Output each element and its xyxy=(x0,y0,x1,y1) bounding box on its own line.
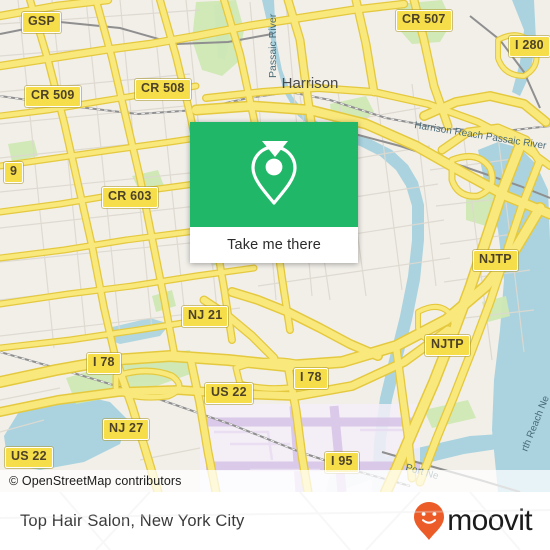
road-shield: CR 603 xyxy=(102,187,158,208)
map-place-label: Harrison xyxy=(282,75,339,92)
moovit-logo[interactable]: moovit xyxy=(412,501,533,541)
road-shield: I 78 xyxy=(87,353,121,374)
road-shield: US 22 xyxy=(5,447,53,468)
map-attribution: © OpenStreetMap contributors xyxy=(0,470,550,492)
road-shield: CR 507 xyxy=(396,10,452,31)
road-shield: NJTP xyxy=(425,335,470,356)
road-shield-label: US 22 xyxy=(11,449,47,463)
road-shield: CR 509 xyxy=(25,86,81,107)
take-me-there-button[interactable]: Take me there xyxy=(190,227,358,263)
moovit-map-screenshot: Harrison Passaic River Harrison Reach Pas… xyxy=(0,0,550,550)
road-shield: CR 508 xyxy=(135,79,191,100)
popup-image-area xyxy=(190,122,358,227)
road-shield-label: GSP xyxy=(28,14,55,28)
road-shield-label: US 22 xyxy=(211,385,247,399)
road-shield: NJ 27 xyxy=(103,419,150,440)
popup-pointer-tail xyxy=(262,141,288,157)
road-shield-label: CR 508 xyxy=(141,81,185,95)
road-shield-label: CR 603 xyxy=(108,189,152,203)
road-shield: I 280 xyxy=(509,36,550,57)
map-canvas[interactable]: Harrison Passaic River Harrison Reach Pas… xyxy=(0,0,550,492)
map-water-label: Passaic River xyxy=(267,13,279,78)
road-shield-label: 9 xyxy=(10,164,18,178)
road-shield: GSP xyxy=(22,12,61,33)
road-shield-label: NJTP xyxy=(479,252,512,266)
location-pin-icon xyxy=(190,122,358,227)
attribution-text: © OpenStreetMap contributors xyxy=(9,474,182,488)
road-shield-label: I 95 xyxy=(331,454,353,468)
road-shield: 9 xyxy=(4,162,24,183)
moovit-pin-icon xyxy=(414,502,445,540)
road-shield: US 22 xyxy=(205,383,253,404)
road-shield-label: NJ 21 xyxy=(188,308,223,322)
road-shield: I 78 xyxy=(294,368,328,389)
page-title: Top Hair Salon, New York City xyxy=(20,511,245,530)
take-me-there-label: Take me there xyxy=(227,237,321,253)
moovit-wordmark: moovit xyxy=(447,504,532,537)
road-shield: NJTP xyxy=(473,250,518,271)
footer-bar: Top Hair Salon, New York City moovit xyxy=(0,492,550,550)
road-shield-label: I 78 xyxy=(93,355,115,369)
road-shield-label: NJTP xyxy=(431,337,464,351)
road-shield-label: NJ 27 xyxy=(109,421,144,435)
road-shield-label: CR 509 xyxy=(31,88,75,102)
road-shield-label: I 280 xyxy=(515,38,544,52)
road-shield-label: CR 507 xyxy=(402,12,446,26)
road-shield-label: I 78 xyxy=(300,370,322,384)
place-labels: Harrison xyxy=(282,75,339,92)
road-shield: NJ 21 xyxy=(182,306,229,327)
